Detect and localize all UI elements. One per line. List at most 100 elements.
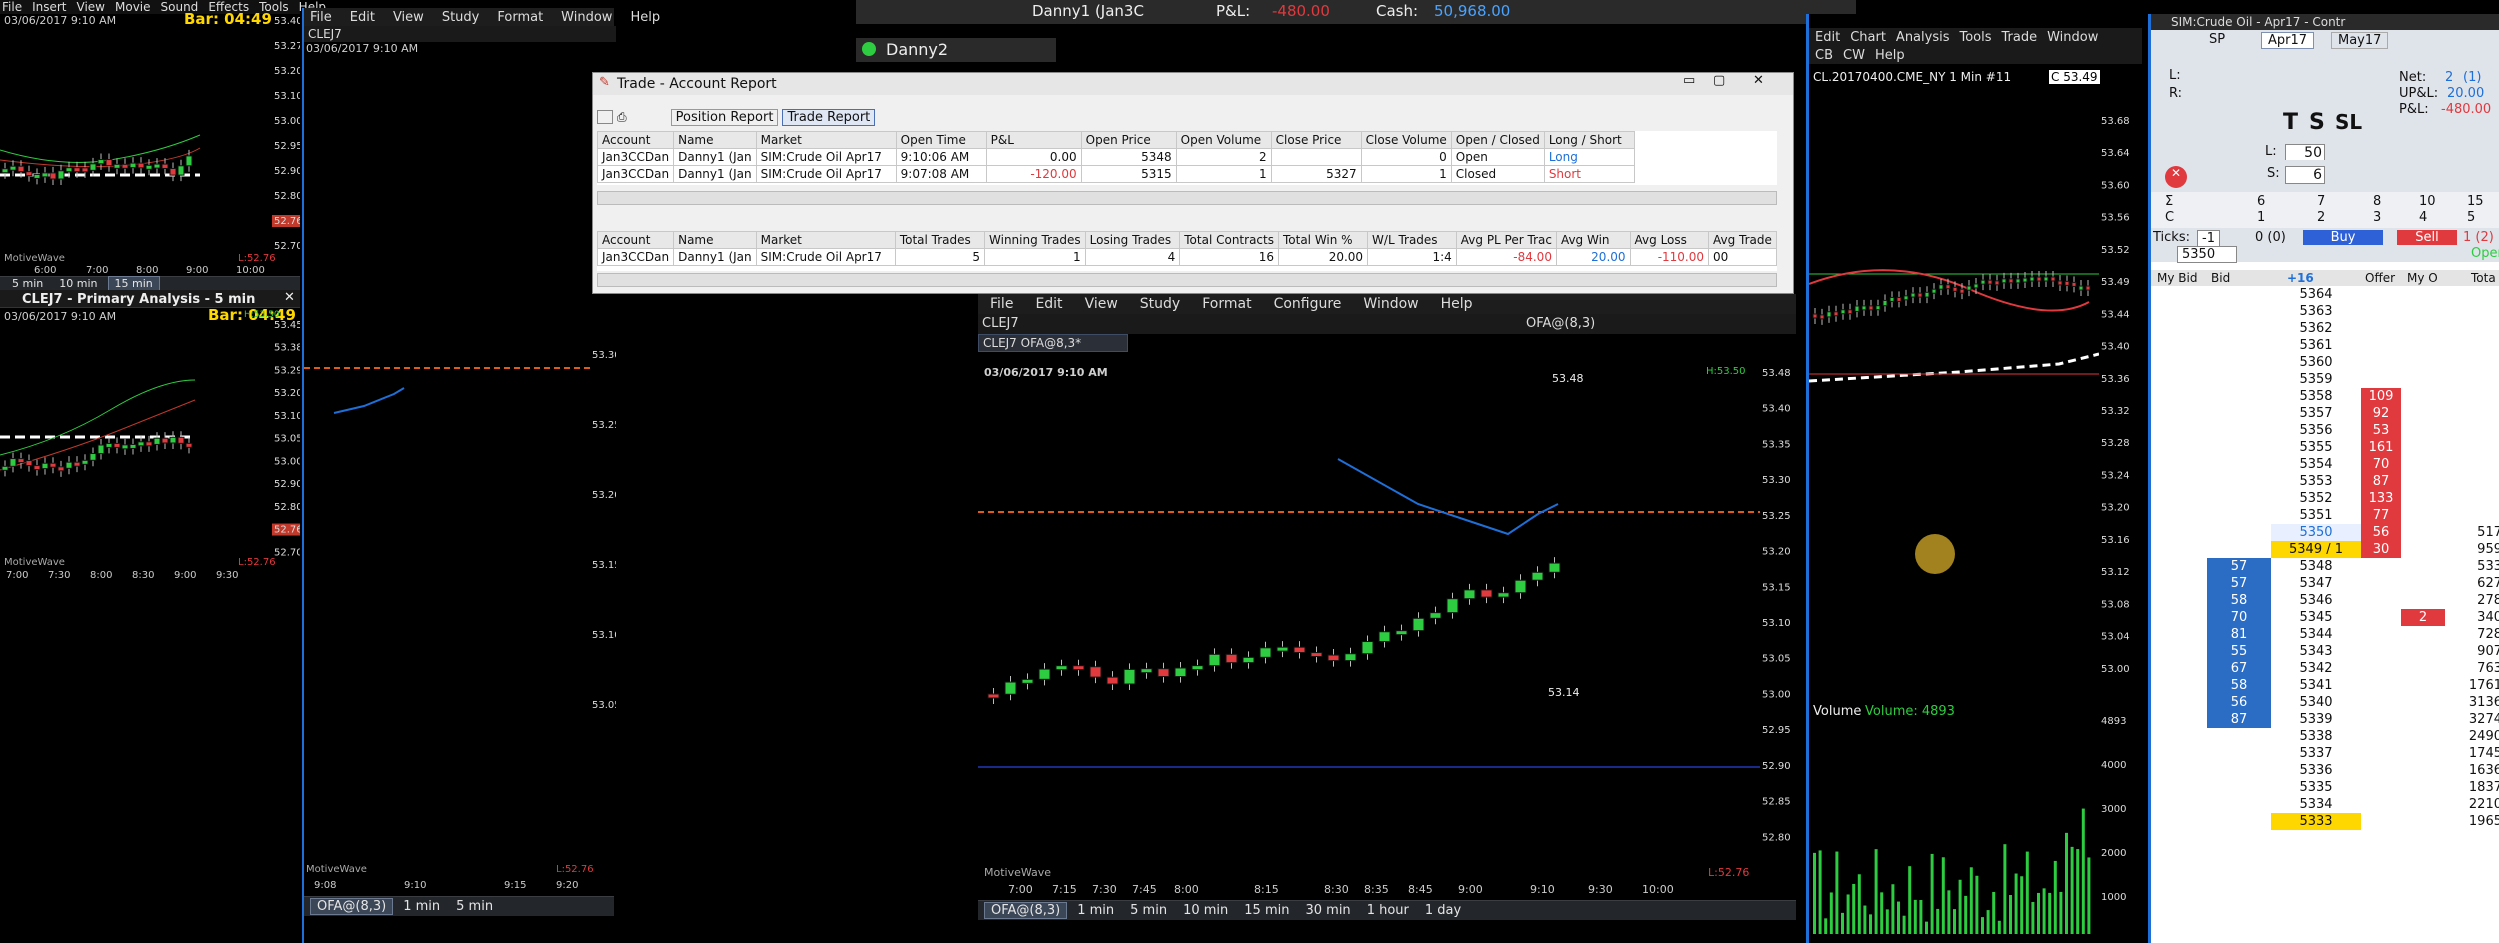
sell-button[interactable]: Sell [2397, 230, 2457, 245]
total-cell[interactable]: 907 [2445, 643, 2499, 660]
my-bid-cell[interactable] [2151, 813, 2207, 830]
grid-cell[interactable]: 7 [2317, 194, 2325, 209]
my-offer-cell[interactable] [2401, 694, 2445, 711]
col-header[interactable]: Close Price [1270, 131, 1362, 149]
my-bid-cell[interactable] [2151, 422, 2207, 439]
total-cell[interactable] [2445, 388, 2499, 405]
tf-button[interactable]: 30 min [1299, 903, 1356, 918]
my-offer-cell[interactable] [2401, 813, 2445, 830]
my-offer-cell[interactable]: 2 [2401, 609, 2445, 626]
bid-cell[interactable] [2207, 303, 2271, 320]
offer-cell[interactable] [2361, 694, 2401, 711]
total-cell[interactable] [2445, 490, 2499, 507]
my-bid-cell[interactable] [2151, 626, 2207, 643]
bid-cell[interactable] [2207, 473, 2271, 490]
bid-cell[interactable] [2207, 813, 2271, 830]
bid-cell[interactable]: 81 [2207, 626, 2271, 643]
offer-cell[interactable] [2361, 575, 2401, 592]
my-offer-cell[interactable] [2401, 473, 2445, 490]
grid-cell[interactable]: 4 [2419, 210, 2427, 225]
ladder-row[interactable]: 57 5348 533 [2151, 558, 2499, 575]
my-offer-cell[interactable] [2401, 660, 2445, 677]
bid-cell[interactable] [2207, 762, 2271, 779]
price-cell[interactable]: 5352 [2271, 490, 2361, 507]
ladder-row[interactable]: 5363 [2151, 303, 2499, 320]
bid-cell[interactable]: 70 [2207, 609, 2271, 626]
total-cell[interactable] [2445, 303, 2499, 320]
my-bid-cell[interactable] [2151, 592, 2207, 609]
window-titlebar[interactable]: ✎ Trade - Account Report ▭ ▢ ✕ [593, 73, 1793, 95]
price-cell[interactable]: 5338 [2271, 728, 2361, 745]
grid-cell[interactable]: 6 [2257, 194, 2265, 209]
close-icon[interactable]: ✕ [284, 290, 295, 305]
maximize-icon[interactable]: ▢ [1713, 73, 1725, 88]
my-bid-cell[interactable] [2151, 728, 2207, 745]
grid-cell[interactable]: 15 [2467, 194, 2484, 209]
col-header[interactable]: Open / Closed [1450, 131, 1545, 149]
bid-cell[interactable]: 67 [2207, 660, 2271, 677]
horizontal-scrollbar[interactable] [597, 191, 1777, 205]
bid-cell[interactable] [2207, 320, 2271, 337]
offer-cell[interactable]: 161 [2361, 439, 2401, 456]
bid-cell[interactable] [2207, 490, 2271, 507]
total-cell[interactable]: 627 [2445, 575, 2499, 592]
my-bid-cell[interactable] [2151, 524, 2207, 541]
bid-cell[interactable] [2207, 507, 2271, 524]
col-header[interactable]: Name [673, 131, 757, 149]
total-cell[interactable] [2445, 507, 2499, 524]
menu-item[interactable]: Edit [1035, 296, 1062, 312]
bid-cell[interactable] [2207, 422, 2271, 439]
menu-item[interactable]: Window [561, 10, 612, 25]
my-bid-cell[interactable] [2151, 439, 2207, 456]
grid-cell[interactable]: 8 [2373, 194, 2381, 209]
menu-item[interactable]: Edit [350, 10, 375, 25]
offer-cell[interactable]: 109 [2361, 388, 2401, 405]
ladder-row[interactable]: 5361 [2151, 337, 2499, 354]
col-header[interactable]: Open Price [1080, 131, 1177, 149]
s-icon[interactable]: S [2309, 110, 2325, 135]
ladder-row[interactable]: 5357 92 [2151, 405, 2499, 422]
my-bid-cell[interactable] [2151, 303, 2207, 320]
my-offer-cell[interactable] [2401, 745, 2445, 762]
table-row[interactable]: Jan3CCDan Danny1 (Jan SIM:Crude Oil Apr1… [597, 165, 1635, 183]
total-cell[interactable] [2445, 286, 2499, 303]
ladder-row[interactable]: 5353 87 [2151, 473, 2499, 490]
price-cell[interactable]: 5360 [2271, 354, 2361, 371]
symbol-select[interactable]: CLEJ7 [982, 316, 1019, 331]
tf-button[interactable]: 15 min [1238, 903, 1295, 918]
offer-cell[interactable] [2361, 711, 2401, 728]
total-cell[interactable]: 340 [2445, 609, 2499, 626]
ladder-row[interactable]: 70 5345 2 340 [2151, 609, 2499, 626]
grid-cell[interactable]: 10 [2419, 194, 2436, 209]
print-icon[interactable]: ⎙ [617, 110, 627, 125]
ladder-row[interactable]: 5360 [2151, 354, 2499, 371]
my-offer-cell[interactable] [2401, 371, 2445, 388]
offer-cell[interactable] [2361, 643, 2401, 660]
bid-cell[interactable] [2207, 796, 2271, 813]
my-bid-cell[interactable] [2151, 354, 2207, 371]
ladder-row[interactable]: 5364 [2151, 286, 2499, 303]
total-cell[interactable] [2445, 354, 2499, 371]
my-offer-cell[interactable] [2401, 575, 2445, 592]
offer-cell[interactable] [2361, 728, 2401, 745]
study-button[interactable]: OFA@(8,3) [310, 898, 394, 915]
ladder-row[interactable]: 5338 2490 [2151, 728, 2499, 745]
bid-cell[interactable]: 87 [2207, 711, 2271, 728]
ladder-row[interactable]: 5352 133 [2151, 490, 2499, 507]
total-cell[interactable]: 1761 [2445, 677, 2499, 694]
my-offer-cell[interactable] [2401, 524, 2445, 541]
price-cell[interactable]: 5339 [2271, 711, 2361, 728]
col-header[interactable]: Market [755, 231, 896, 249]
total-cell[interactable]: 2210 [2445, 796, 2499, 813]
menu-item[interactable]: Help [630, 10, 660, 25]
my-bid-cell[interactable] [2151, 371, 2207, 388]
offer-cell[interactable]: 87 [2361, 473, 2401, 490]
ladder-row[interactable]: 58 5341 1761 [2151, 677, 2499, 694]
price-cell[interactable]: 5342 [2271, 660, 2361, 677]
menu-item[interactable]: File [2, 0, 22, 14]
price-cell[interactable]: 5364 [2271, 286, 2361, 303]
toolbar-icon[interactable] [597, 110, 613, 124]
my-offer-cell[interactable] [2401, 558, 2445, 575]
col-header[interactable]: Winning Trades [984, 231, 1086, 249]
col-header[interactable]: Account [597, 131, 675, 149]
